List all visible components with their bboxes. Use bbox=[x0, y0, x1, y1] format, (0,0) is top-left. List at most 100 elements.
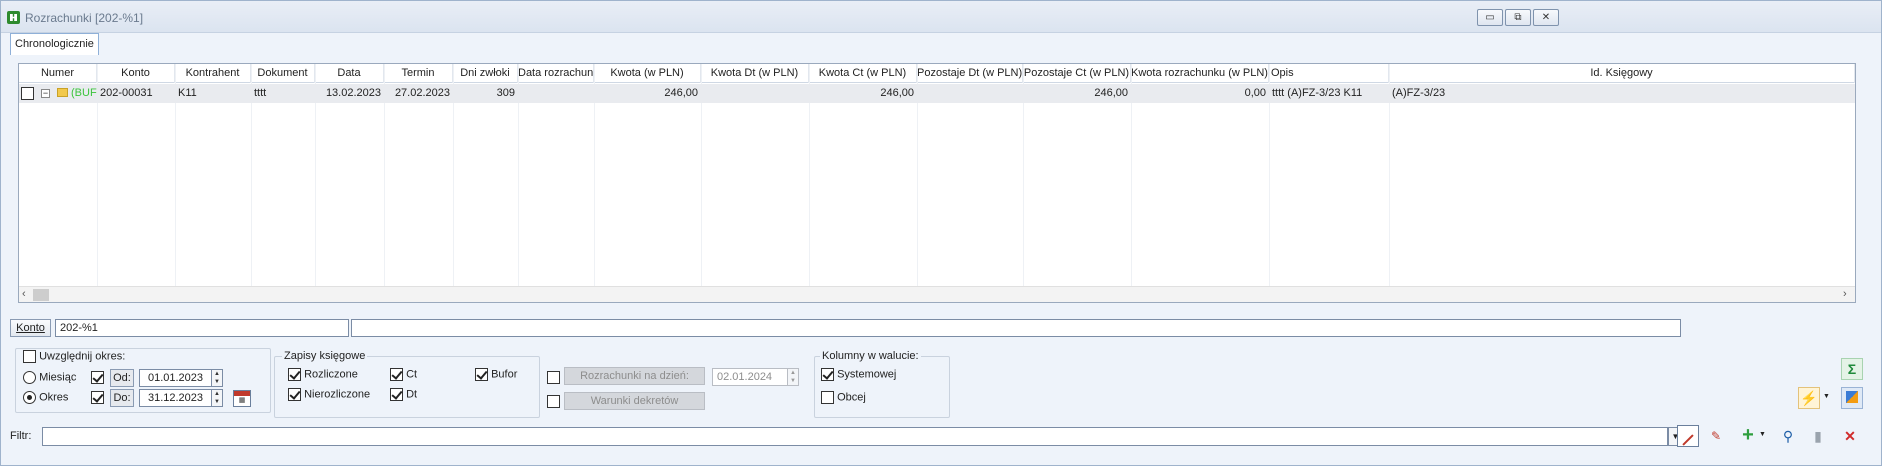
col-header-kwota-rozrachunku[interactable]: Kwota rozrachunku (w PLN) bbox=[1131, 64, 1269, 83]
uwzglednij-okres-checkbox[interactable] bbox=[23, 350, 36, 363]
collapse-icon[interactable]: − bbox=[41, 89, 50, 98]
miesiac-radio[interactable]: Miesiąc bbox=[23, 371, 76, 384]
do-date-input[interactable]: 31.12.2023 bbox=[139, 389, 212, 407]
do-checkbox[interactable] bbox=[91, 391, 104, 404]
bufor-checkbox[interactable] bbox=[475, 368, 488, 381]
col-header-data-rozrachunku[interactable]: Data rozrachunku bbox=[518, 64, 594, 83]
od-spinner[interactable]: ▲ ▼ bbox=[212, 369, 223, 387]
na-dzien-date-input[interactable]: 02.01.2024 bbox=[712, 368, 788, 386]
close-icon[interactable]: ✕ bbox=[1839, 425, 1861, 447]
ct[interactable]: Ct bbox=[390, 368, 417, 381]
rozliczone[interactable]: Rozliczone bbox=[288, 368, 358, 381]
miesiac-label: Miesiąc bbox=[39, 371, 77, 384]
folder-icon bbox=[57, 88, 68, 97]
cell-dokument: tttt bbox=[254, 87, 267, 99]
lightning-icon[interactable]: ⚡ bbox=[1798, 387, 1820, 409]
cell-data-rozrachunku bbox=[518, 84, 594, 103]
od-checkbox[interactable] bbox=[91, 371, 104, 384]
systemowej-checkbox[interactable] bbox=[821, 368, 834, 381]
nierozliczone-checkbox[interactable] bbox=[288, 388, 301, 401]
col-header-dokument[interactable]: Dokument bbox=[251, 64, 315, 83]
col-header-dni-zwloki[interactable]: Dni zwłoki bbox=[453, 64, 518, 83]
table-row[interactable]: − (BUFO 202-00031 K11 tttt 13.02.2023 27… bbox=[19, 84, 1855, 103]
na-dzien-checkbox[interactable] bbox=[547, 371, 560, 384]
cell-kontrahent: K11 bbox=[178, 87, 197, 99]
warunki-dekretow-button[interactable]: Warunki dekretów bbox=[564, 392, 705, 410]
rozliczone-label: Rozliczone bbox=[304, 368, 358, 381]
col-header-termin[interactable]: Termin bbox=[384, 64, 453, 83]
okres-label: Okres bbox=[39, 391, 69, 404]
okres-radio[interactable]: Okres bbox=[23, 391, 68, 404]
cell-opis: tttt (A)FZ-3/23 K11 bbox=[1272, 87, 1363, 99]
filter-label: Filtr: bbox=[10, 430, 32, 442]
restore-button[interactable]: ⧉ bbox=[1505, 9, 1531, 26]
konto-button-label: Konto bbox=[16, 322, 45, 334]
ct-label: Ct bbox=[406, 368, 418, 381]
col-header-opis[interactable]: Opis bbox=[1269, 64, 1389, 83]
miesiac-radio-circle[interactable] bbox=[23, 371, 36, 384]
lightning-dropdown-icon[interactable]: ▼ bbox=[1823, 393, 1830, 400]
obcej-checkbox[interactable] bbox=[821, 391, 834, 404]
cell-pozostaje-ct: 246,00 bbox=[1094, 87, 1128, 99]
col-header-kontrahent[interactable]: Kontrahent bbox=[175, 64, 251, 83]
bufor-label: Bufor bbox=[491, 368, 518, 381]
col-header-kwota[interactable]: Kwota (w PLN) bbox=[594, 64, 701, 83]
col-header-data[interactable]: Data bbox=[315, 64, 384, 83]
close-window-button[interactable]: ✕ bbox=[1533, 9, 1559, 26]
row-select-checkbox[interactable] bbox=[21, 87, 34, 100]
scroll-left-icon[interactable]: ‹ bbox=[22, 288, 26, 300]
konto-button[interactable]: Konto bbox=[10, 319, 51, 337]
nierozliczone[interactable]: Nierozliczone bbox=[288, 388, 370, 401]
od-label: Od: bbox=[110, 369, 134, 387]
col-header-pozostaje-dt[interactable]: Pozostaje Dt (w PLN) bbox=[917, 64, 1023, 83]
add-icon[interactable]: + bbox=[1737, 425, 1759, 447]
do-spinner[interactable]: ▲ ▼ bbox=[212, 389, 223, 407]
uwzglednij-okres-label: Uwzględnij okres: bbox=[39, 350, 126, 363]
bufor[interactable]: Bufor bbox=[475, 368, 517, 381]
systemowej[interactable]: Systemowej bbox=[821, 368, 896, 381]
cell-termin: 27.02.2023 bbox=[394, 87, 450, 99]
main-window: Rozrachunki [202-%1] ▭ ⧉ ✕ Chronologiczn… bbox=[0, 0, 1882, 466]
horizontal-scrollbar[interactable]: ‹ › bbox=[19, 286, 1855, 302]
filter-input[interactable] bbox=[42, 427, 1668, 446]
calendar-icon[interactable]: ▦ bbox=[233, 390, 251, 407]
uwzglednij-okres[interactable]: Uwzględnij okres: bbox=[23, 350, 125, 363]
rozliczone-checkbox[interactable] bbox=[288, 368, 301, 381]
col-header-id-ksiegowy[interactable]: Id. Księgowy bbox=[1389, 64, 1855, 83]
zapisy-legend: Zapisy księgowe bbox=[282, 350, 368, 362]
cell-pozostaje-dt bbox=[917, 84, 1023, 103]
okres-radio-circle[interactable] bbox=[23, 391, 36, 404]
ct-checkbox[interactable] bbox=[390, 368, 403, 381]
tab-chronologicznie[interactable]: Chronologicznie bbox=[10, 33, 99, 55]
col-header-numer[interactable]: Numer bbox=[19, 64, 97, 83]
export-icon[interactable] bbox=[1841, 387, 1863, 409]
col-header-pozostaje-ct[interactable]: Pozostaje Ct (w PLN) bbox=[1023, 64, 1131, 83]
systemowej-label: Systemowej bbox=[837, 368, 897, 381]
konto-input[interactable]: 202-%1 bbox=[55, 319, 349, 337]
od-date-input[interactable]: 01.01.2023 bbox=[139, 369, 212, 387]
trash-icon[interactable]: ▮ bbox=[1807, 425, 1829, 447]
cell-id-ksiegowy: (A)FZ-3/23 bbox=[1392, 87, 1446, 99]
konto-description-field bbox=[351, 319, 1681, 337]
data-grid: Numer Konto Kontrahent Dokument Data Ter… bbox=[18, 63, 1856, 303]
cell-numer: (BUFO bbox=[71, 87, 97, 99]
waluta-group bbox=[814, 356, 950, 418]
sigma-icon[interactable]: Σ bbox=[1841, 358, 1863, 380]
warunki-checkbox[interactable] bbox=[547, 395, 560, 408]
col-header-kwota-dt[interactable]: Kwota Dt (w PLN) bbox=[701, 64, 809, 83]
col-header-konto[interactable]: Konto bbox=[97, 64, 175, 83]
filter-builder-icon[interactable]: ✎ bbox=[1705, 425, 1727, 447]
search-icon[interactable]: ⚲ bbox=[1777, 425, 1799, 447]
clear-filter-icon[interactable] bbox=[1677, 425, 1699, 447]
scroll-thumb[interactable] bbox=[33, 289, 49, 301]
cell-kwota-ct: 246,00 bbox=[880, 87, 914, 99]
na-dzien-spinner[interactable]: ▲ ▼ bbox=[788, 368, 799, 386]
dt-checkbox[interactable] bbox=[390, 388, 403, 401]
dt[interactable]: Dt bbox=[390, 388, 417, 401]
obcej[interactable]: Obcej bbox=[821, 391, 866, 404]
scroll-right-icon[interactable]: › bbox=[1843, 288, 1847, 300]
na-dzien-button[interactable]: Rozrachunki na dzień: bbox=[564, 367, 705, 385]
add-dropdown-icon[interactable]: ▼ bbox=[1759, 431, 1766, 438]
minimize-button[interactable]: ▭ bbox=[1477, 9, 1503, 26]
col-header-kwota-ct[interactable]: Kwota Ct (w PLN) bbox=[809, 64, 917, 83]
